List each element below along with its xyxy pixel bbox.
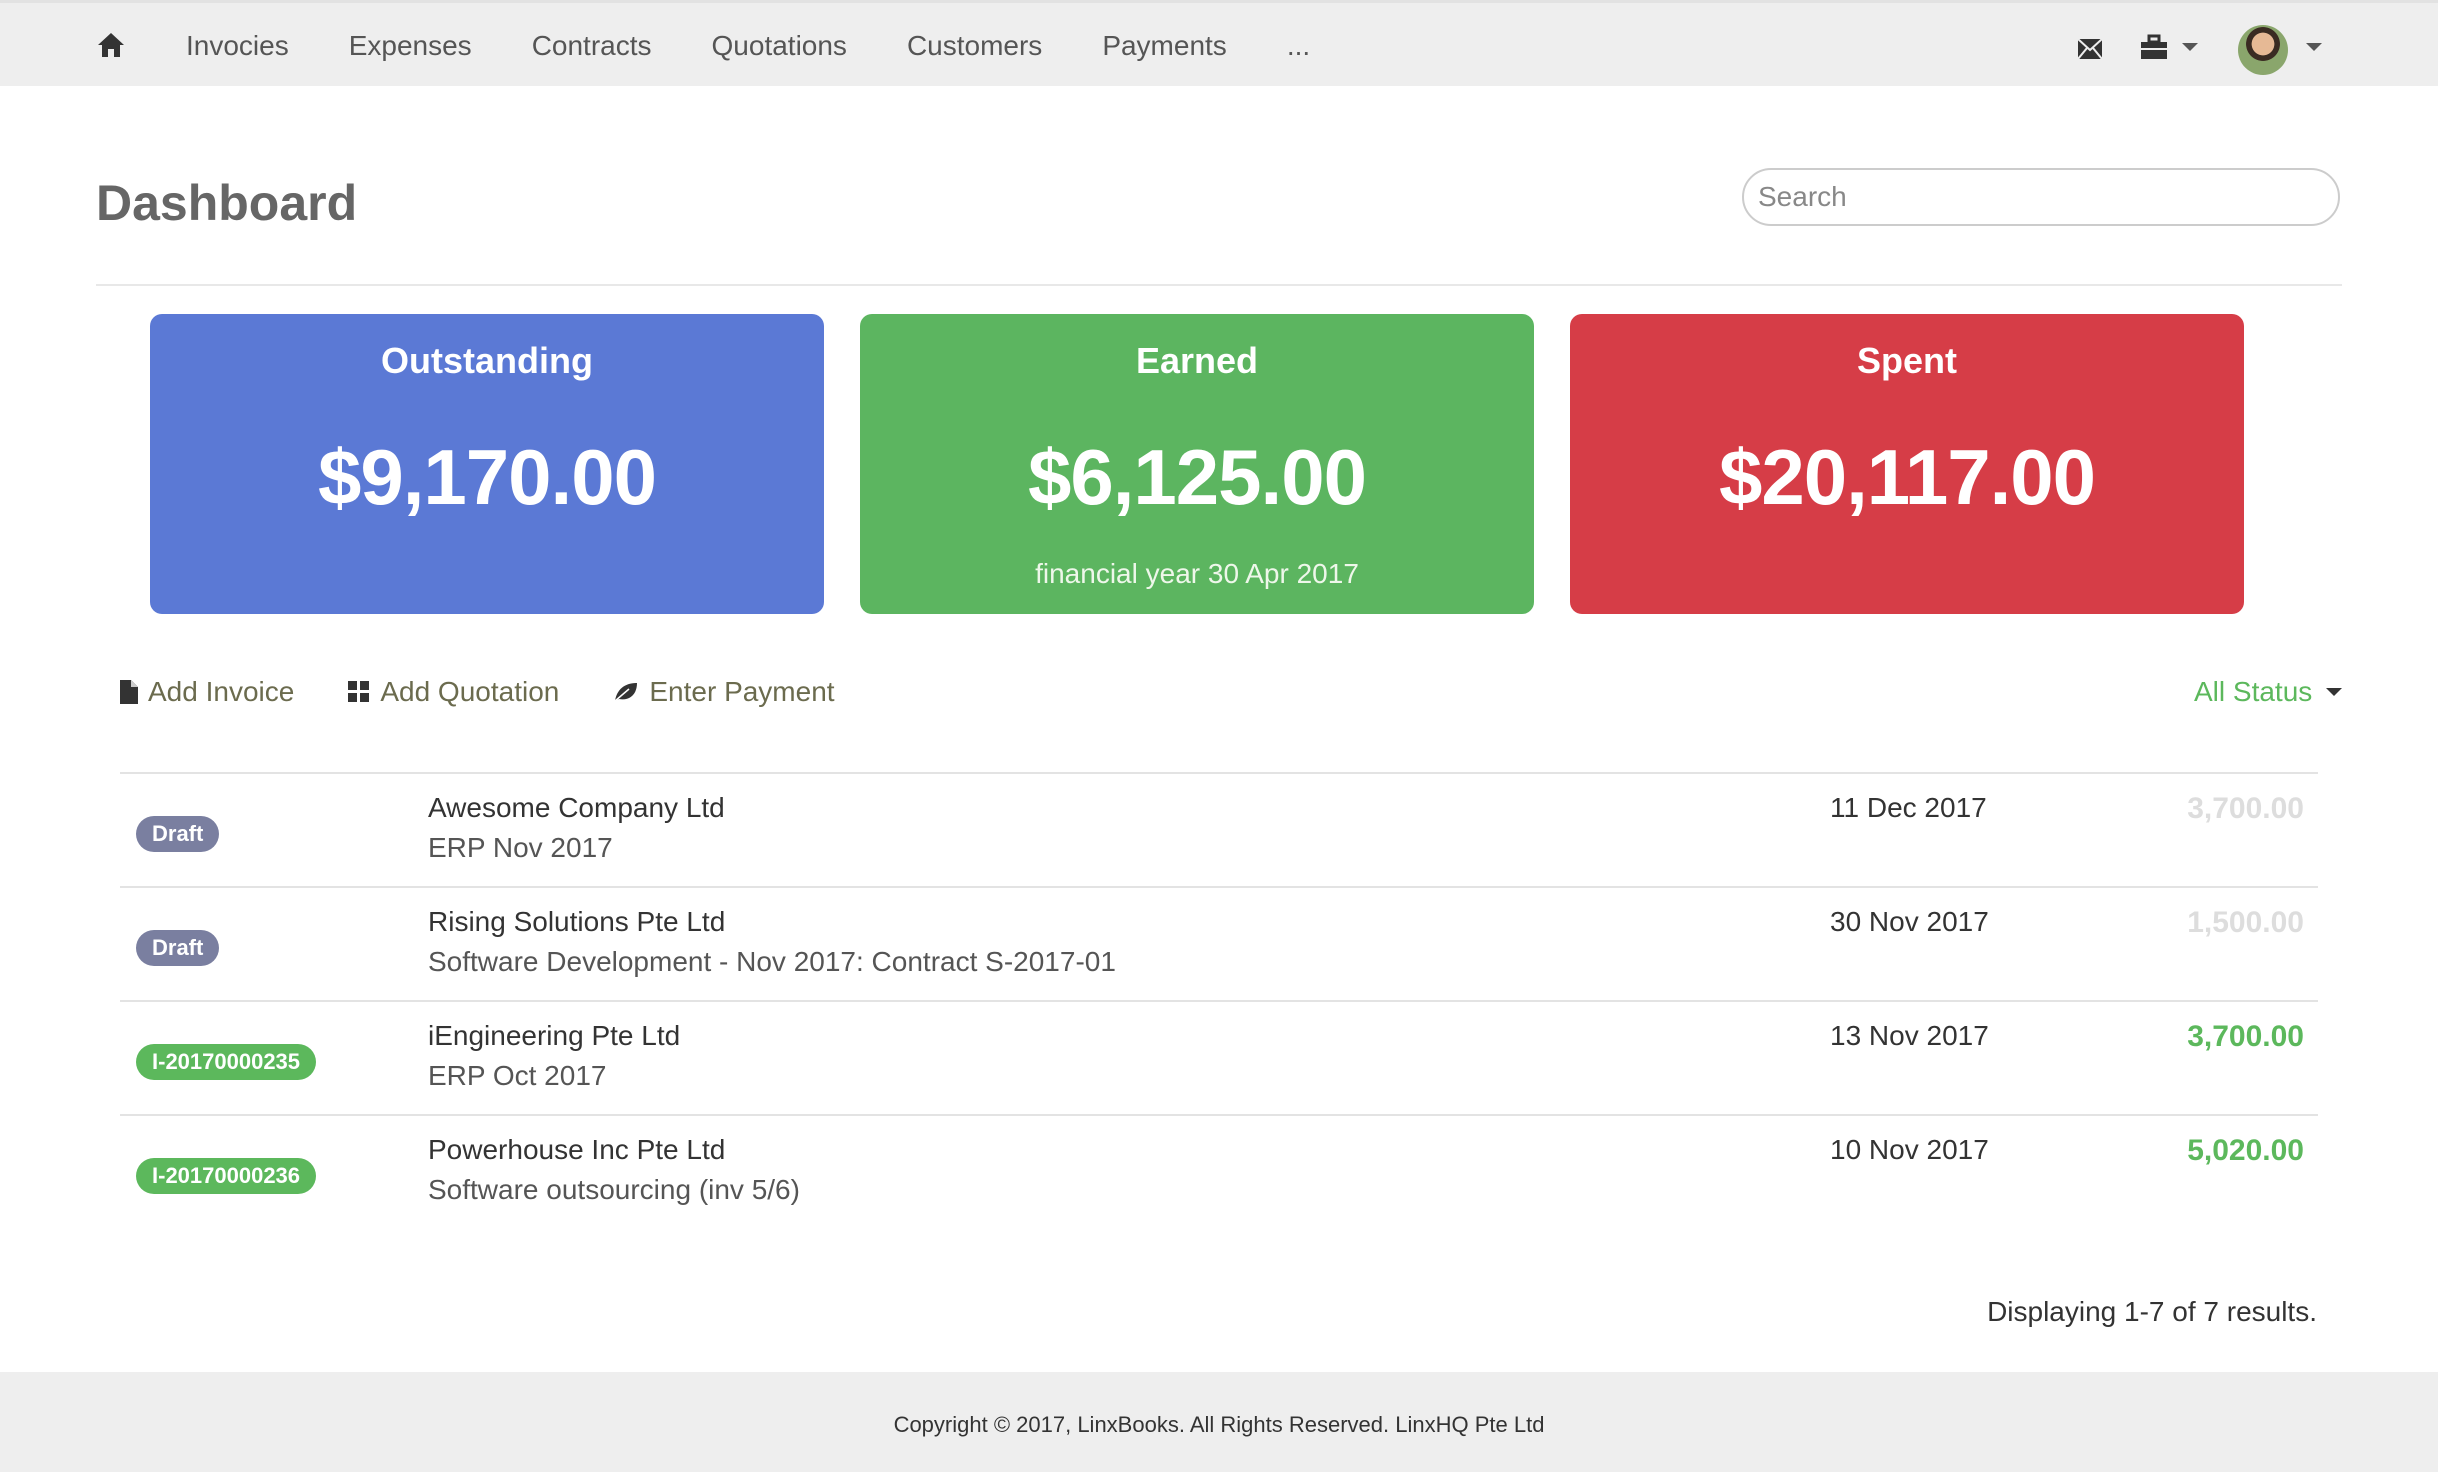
card-amount: $20,117.00 <box>1718 433 2096 521</box>
outstanding-card[interactable]: Outstanding $9,170.00 <box>150 314 824 614</box>
card-title: Spent <box>1856 340 1957 381</box>
avatar[interactable] <box>2238 25 2288 75</box>
status-filter-label: All Status <box>2194 676 2313 707</box>
results-summary: Displaying 1-7 of 7 results. <box>1987 1296 2317 1327</box>
add-quotation-button[interactable]: Add Quotation <box>348 676 559 708</box>
item-date: 13 Nov 2017 <box>1830 1020 1989 1051</box>
nav-item-customers[interactable]: Customers <box>907 30 1042 62</box>
status-filter-dropdown[interactable]: All Status <box>2194 670 2343 714</box>
nav-item-quotations[interactable]: Quotations <box>712 30 847 62</box>
add-quotation-label: Add Quotation <box>380 676 560 707</box>
file-icon <box>120 680 138 704</box>
nav-item-contracts[interactable]: Contracts <box>532 30 652 62</box>
card-amount: $9,170.00 <box>317 433 657 521</box>
item-date: 11 Dec 2017 <box>1830 792 1987 823</box>
user-menu-caret-icon[interactable] <box>2306 43 2322 51</box>
customer-name: Awesome Company Ltd <box>428 792 725 823</box>
status-badge: I-20170000236 <box>136 1158 317 1194</box>
earned-card[interactable]: Earned $6,125.00 financial year 30 Apr 2… <box>860 314 1534 614</box>
item-amount: 1,500.00 <box>2187 906 2304 939</box>
status-badge: Draft <box>136 816 220 852</box>
card-title: Earned <box>1135 340 1259 381</box>
item-amount: 5,020.00 <box>2187 1134 2304 1167</box>
customer-name: iEngineering Pte Ltd <box>428 1020 681 1051</box>
item-amount: 3,700.00 <box>2187 1020 2304 1053</box>
item-amount: 3,700.00 <box>2187 792 2304 825</box>
page-title: Dashboard <box>96 175 358 231</box>
card-title: Outstanding <box>381 340 593 381</box>
action-bar: Add Invoice Add Quotation Enter Payment <box>120 670 889 714</box>
item-description: ERP Oct 2017 <box>428 1060 607 1091</box>
invoice-list: Draft Awesome Company Ltd ERP Nov 2017 1… <box>120 772 2318 1228</box>
mail-icon[interactable] <box>2078 39 2102 59</box>
card-amount: $6,125.00 <box>1027 433 1367 521</box>
card-subtitle: financial year 30 Apr 2017 <box>1035 558 1359 589</box>
add-invoice-label: Add Invoice <box>148 676 295 707</box>
status-badge: Draft <box>136 930 220 966</box>
add-invoice-button[interactable]: Add Invoice <box>120 676 294 708</box>
copyright-text: Copyright © 2017, LinxBooks. All Rights … <box>893 1412 1545 1437</box>
briefcase-caret-icon[interactable] <box>2182 43 2198 51</box>
enter-payment-label: Enter Payment <box>649 676 835 707</box>
item-description: Software Development - Nov 2017: Contrac… <box>428 946 1116 977</box>
grid-icon <box>348 681 370 702</box>
list-item[interactable]: Draft Rising Solutions Pte Ltd Software … <box>120 886 2318 1000</box>
footer: Copyright © 2017, LinxBooks. All Rights … <box>0 1372 2438 1472</box>
customer-name: Powerhouse Inc Pte Ltd <box>428 1134 726 1165</box>
top-navbar: Invocies Expenses Contracts Quotations C… <box>0 0 2438 86</box>
status-badge: I-20170000235 <box>136 1044 317 1080</box>
chevron-down-icon <box>2326 688 2343 696</box>
enter-payment-button[interactable]: Enter Payment <box>613 676 835 708</box>
customer-name: Rising Solutions Pte Ltd <box>428 906 726 937</box>
header-divider <box>96 284 2342 286</box>
list-item[interactable]: Draft Awesome Company Ltd ERP Nov 2017 1… <box>120 772 2318 886</box>
list-item[interactable]: I-20170000235 iEngineering Pte Ltd ERP O… <box>120 1000 2318 1114</box>
item-description: Software outsourcing (inv 5/6) <box>428 1174 800 1205</box>
item-date: 30 Nov 2017 <box>1830 906 1989 937</box>
spent-card[interactable]: Spent $20,117.00 <box>1570 314 2244 614</box>
nav-item-expenses[interactable]: Expenses <box>349 30 472 62</box>
leaf-icon <box>614 683 638 702</box>
nav-item-more[interactable]: ... <box>1287 30 1310 62</box>
nav-item-invoices[interactable]: Invocies <box>186 30 289 62</box>
briefcase-icon[interactable] <box>2140 34 2168 60</box>
search-input[interactable] <box>1742 168 2340 226</box>
item-description: ERP Nov 2017 <box>428 832 613 863</box>
home-icon[interactable] <box>96 31 126 59</box>
nav-links: Invocies Expenses Contracts Quotations C… <box>186 3 1370 89</box>
list-item[interactable]: I-20170000236 Powerhouse Inc Pte Ltd Sof… <box>120 1114 2318 1228</box>
item-date: 10 Nov 2017 <box>1830 1134 1989 1165</box>
nav-item-payments[interactable]: Payments <box>1102 30 1227 62</box>
